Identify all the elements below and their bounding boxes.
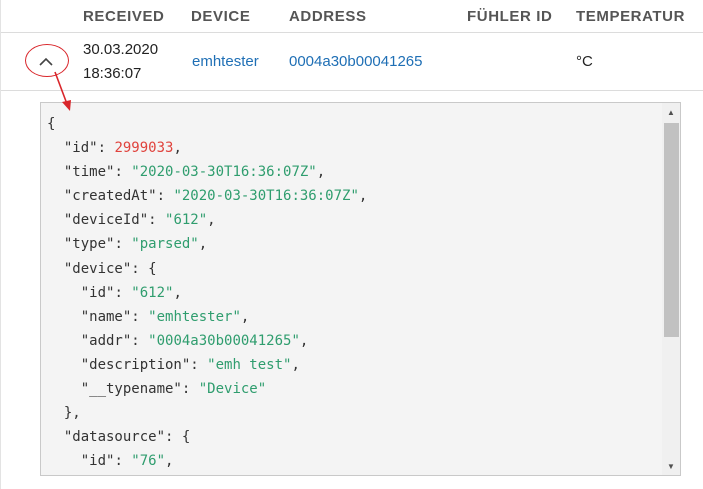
json-token: :	[114, 164, 132, 181]
json-token: "parsed"	[131, 236, 199, 253]
json-line: "time": "2020-03-30T16:36:07Z",	[47, 160, 367, 184]
table-header: RECEIVED DEVICE ADDRESS FÜHLER ID TEMPER…	[1, 0, 703, 33]
json-token: :	[114, 284, 132, 301]
json-token: "name"	[80, 308, 132, 325]
temperature-value: °C	[576, 53, 593, 70]
table-row[interactable]: 30.03.2020 18:36:07 emhtester 0004a30b00…	[1, 33, 703, 91]
json-token: "76"	[131, 453, 166, 470]
json-token: ,	[198, 236, 208, 253]
json-token: "type"	[63, 236, 115, 253]
json-token: "Device"	[198, 381, 267, 398]
json-token: :	[190, 356, 208, 373]
json-token: "createdAt"	[63, 188, 157, 205]
json-token: "0004a30b00041265"	[148, 332, 300, 349]
json-line: "id": 2999033,	[47, 136, 367, 160]
column-header-address[interactable]: ADDRESS	[289, 8, 367, 25]
json-line: "id": "76",	[47, 449, 367, 473]
json-token: :	[156, 188, 174, 205]
json-token: "emhtester"	[148, 308, 241, 325]
json-line: "name": "emhtester",	[47, 305, 367, 329]
json-token: "emh test"	[207, 356, 292, 373]
json-token: "deviceId"	[63, 212, 149, 229]
json-line: },	[47, 401, 367, 425]
raw-json-panel[interactable]: { "id": 2999033, "time": "2020-03-30T16:…	[40, 102, 681, 476]
json-line: "id": "612",	[47, 281, 367, 305]
json-token: ,	[240, 308, 250, 325]
json-line: "__typename": "Device"	[47, 377, 367, 401]
json-line: "datasource": {	[47, 425, 367, 449]
json-line: "name": "lorawan_smarttest",	[47, 473, 367, 475]
json-token: ,	[173, 284, 182, 301]
json-token: "id"	[63, 140, 98, 157]
json-line: "deviceId": "612",	[47, 208, 367, 232]
json-token: ,	[173, 140, 182, 157]
column-header-fuehler-id[interactable]: FÜHLER ID	[467, 8, 552, 25]
json-token: "__typename"	[80, 381, 182, 398]
json-token: ,	[299, 332, 309, 349]
json-token: "612"	[131, 284, 174, 301]
json-token: "addr"	[80, 332, 132, 349]
json-line: "createdAt": "2020-03-30T16:36:07Z",	[47, 184, 367, 208]
json-token: ,	[316, 164, 326, 181]
json-token: "description"	[80, 356, 191, 373]
json-token: : {	[165, 429, 191, 446]
json-line: "device": {	[47, 257, 367, 281]
json-token: "id"	[80, 453, 115, 470]
scrollbar-thumb[interactable]	[664, 123, 679, 337]
column-header-device[interactable]: DEVICE	[191, 8, 250, 25]
json-token: "id"	[80, 284, 115, 301]
json-token: :	[97, 140, 115, 157]
json-token: "2020-03-30T16:36:07Z"	[131, 164, 317, 181]
json-token: : {	[131, 260, 157, 277]
json-token: "device"	[63, 260, 132, 277]
address-link[interactable]: 0004a30b00041265	[289, 53, 422, 70]
arrow-up-icon[interactable]: ▲	[662, 105, 680, 119]
json-token: },	[47, 405, 81, 422]
json-token: "612"	[165, 212, 208, 229]
received-time: 18:36:07	[83, 65, 142, 82]
json-line: "type": "parsed",	[47, 232, 367, 256]
annotation-arrow-icon	[54, 71, 71, 111]
json-token: {	[47, 116, 56, 132]
json-code-block: { "id": 2999033, "time": "2020-03-30T16:…	[47, 112, 367, 475]
column-header-temperatur[interactable]: TEMPERATUR	[576, 8, 685, 25]
json-line: "addr": "0004a30b00041265",	[47, 329, 367, 353]
vertical-scrollbar[interactable]: ▲ ▼	[662, 103, 680, 475]
json-token: :	[148, 212, 166, 229]
json-token: :	[114, 236, 132, 253]
json-token: "datasource"	[63, 429, 166, 446]
json-token: ,	[291, 356, 300, 373]
json-token: ,	[358, 188, 368, 205]
json-token: 2999033	[114, 140, 174, 157]
json-line: "description": "emh test",	[47, 353, 367, 377]
json-token: :	[181, 381, 199, 398]
json-token: :	[114, 453, 132, 470]
device-link[interactable]: emhtester	[192, 53, 259, 70]
json-token: "time"	[63, 164, 115, 181]
arrow-down-icon[interactable]: ▼	[662, 459, 680, 473]
json-token: :	[131, 308, 149, 325]
readings-table: RECEIVED DEVICE ADDRESS FÜHLER ID TEMPER…	[0, 0, 703, 489]
json-token: ,	[165, 453, 174, 470]
column-header-received[interactable]: RECEIVED	[83, 8, 165, 25]
json-token: "2020-03-30T16:36:07Z"	[173, 188, 359, 205]
json-line: {	[47, 112, 367, 136]
received-date: 30.03.2020	[83, 41, 159, 58]
json-token: ,	[207, 212, 216, 229]
json-token: :	[131, 332, 149, 349]
